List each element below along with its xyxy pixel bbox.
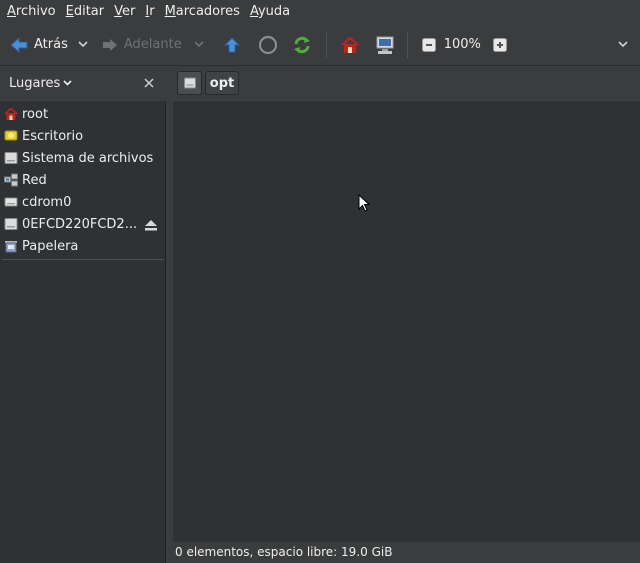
- menu-editar[interactable]: Editar: [61, 0, 110, 24]
- sidepane-selector[interactable]: Lugares: [9, 76, 72, 91]
- zoom-in-icon: [492, 37, 507, 52]
- toolbar-separator: [406, 31, 408, 58]
- zoom-level: 100%: [443, 37, 481, 52]
- arrow-up-icon: [223, 36, 240, 53]
- arrow-right-icon: [102, 38, 118, 52]
- path-bar: opt: [173, 66, 640, 100]
- eject-icon[interactable]: [144, 218, 158, 232]
- menubar: Archivo Editar Ver Ir Marcadores Ayuda: [0, 0, 640, 24]
- reload-button[interactable]: [292, 30, 312, 60]
- drive-icon: [183, 77, 196, 89]
- place-volume[interactable]: 0EFCD220FCD2...: [0, 213, 165, 235]
- path-root-button[interactable]: [177, 71, 202, 95]
- network-icon: [4, 173, 18, 187]
- reload-icon: [292, 35, 312, 55]
- menu-ayuda[interactable]: Ayuda: [245, 0, 295, 24]
- place-root[interactable]: root: [0, 103, 165, 125]
- menu-archivo[interactable]: Archivo: [2, 0, 61, 24]
- place-cdrom0[interactable]: cdrom0: [0, 191, 165, 213]
- toolbar: Atrás Adelante 100%: [0, 24, 640, 66]
- drive-icon: [4, 217, 18, 231]
- back-button[interactable]: Atrás: [10, 30, 68, 60]
- close-sidepane-button[interactable]: [144, 77, 154, 92]
- computer-icon: [375, 35, 395, 55]
- cdrom-icon: [4, 195, 18, 209]
- toolbar-separator: [325, 31, 327, 58]
- zoom-out-icon: [421, 37, 436, 52]
- menu-marcadores[interactable]: Marcadores: [160, 0, 245, 24]
- computer-button[interactable]: [375, 30, 395, 60]
- stop-icon: [258, 35, 278, 55]
- chevron-down-icon: [618, 41, 628, 48]
- menu-ver[interactable]: Ver: [109, 0, 140, 24]
- places-sidebar: root Escritorio Sistema de archivos Red …: [0, 101, 166, 563]
- desktop-icon: [4, 129, 18, 143]
- home-icon: [341, 36, 359, 54]
- zoom-in-button[interactable]: [492, 30, 507, 60]
- chevron-down-icon: [194, 41, 204, 48]
- up-button[interactable]: [223, 30, 240, 60]
- status-text: 0 elementos, espacio libre: 19.0 GiB: [175, 545, 393, 559]
- place-sistema-de-archivos[interactable]: Sistema de archivos: [0, 147, 165, 169]
- chevron-down-icon: [78, 41, 88, 48]
- back-history-dropdown[interactable]: [78, 30, 88, 60]
- zoom-out-button[interactable]: [421, 30, 436, 60]
- chevron-down-icon: [63, 80, 72, 86]
- sidepane-header: Lugares: [0, 66, 166, 100]
- pane-splitter[interactable]: [166, 66, 173, 563]
- place-escritorio[interactable]: Escritorio: [0, 125, 165, 147]
- close-icon: [144, 78, 154, 88]
- drive-icon: [4, 151, 18, 165]
- menu-ir[interactable]: Ir: [140, 0, 159, 24]
- stop-button[interactable]: [258, 30, 278, 60]
- place-red[interactable]: Red: [0, 169, 165, 191]
- trash-icon: [4, 239, 18, 253]
- place-papelera[interactable]: Papelera: [0, 235, 165, 257]
- forward-button[interactable]: Adelante: [102, 30, 182, 60]
- sidebar-divider: [2, 259, 164, 260]
- file-view[interactable]: [173, 101, 640, 542]
- status-bar: 0 elementos, espacio libre: 19.0 GiB: [173, 542, 640, 563]
- path-current-button[interactable]: opt: [205, 71, 239, 95]
- home-button[interactable]: [341, 30, 359, 60]
- forward-history-dropdown[interactable]: [194, 30, 204, 60]
- mouse-pointer-icon: [358, 194, 370, 212]
- home-icon: [4, 107, 18, 121]
- toolbar-overflow-button[interactable]: [618, 30, 628, 60]
- arrow-left-icon: [10, 36, 28, 53]
